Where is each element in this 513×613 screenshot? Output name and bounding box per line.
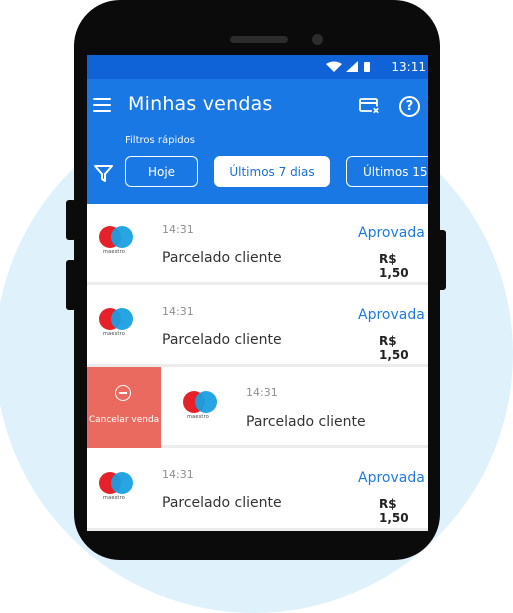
wifi-icon: [326, 61, 342, 72]
app-screen: 13:11 Minhas vendas ? Filtros rápidos Ho…: [87, 55, 428, 531]
chip-last-15[interactable]: Últimos 15: [346, 156, 428, 187]
sale-amount: R$ 1,50: [379, 252, 409, 280]
status-icons: [326, 61, 370, 72]
chip-today[interactable]: Hoje: [125, 156, 198, 187]
sale-time: 14:31: [162, 305, 194, 318]
phone-speaker: [230, 36, 288, 43]
phone-side-button: [66, 200, 76, 240]
sale-row[interactable]: maestro 14:31 Parcelado cliente Aprovada…: [87, 286, 428, 367]
sale-time: 14:31: [162, 468, 194, 481]
sale-description: Parcelado cliente: [162, 332, 282, 348]
chip-label: Últimos 15: [363, 165, 428, 179]
sale-row[interactable]: maestro 14:31 Parcelado cliente Aprovada…: [87, 450, 428, 531]
status-time: 13:11: [391, 60, 426, 74]
battery-icon: [364, 62, 370, 72]
sale-status: Aprovada: [358, 225, 425, 241]
sale-row-swiped[interactable]: maestro 14:31 Parcelado cliente: [161, 367, 428, 448]
chip-last-7-days[interactable]: Últimos 7 dias: [214, 156, 330, 187]
menu-icon[interactable]: [93, 98, 111, 112]
cancel-sale-button[interactable]: Cancelar venda: [87, 367, 161, 448]
sale-row[interactable]: maestro 14:31 Parcelado cliente Aprovada…: [87, 204, 428, 285]
sale-status: Aprovada: [358, 470, 425, 486]
maestro-logo-icon: maestro: [99, 226, 139, 256]
brand-label: maestro: [187, 414, 209, 420]
brand-label: maestro: [103, 331, 125, 337]
maestro-logo-icon: maestro: [99, 472, 139, 502]
phone-side-button: [436, 230, 446, 290]
maestro-logo-icon: maestro: [183, 391, 223, 421]
chip-label: Hoje: [147, 165, 176, 179]
sale-time: 14:31: [162, 223, 194, 236]
phone-camera: [312, 34, 323, 45]
quick-filters-label: Filtros rápidos: [125, 135, 195, 146]
status-bar: 13:11: [87, 55, 428, 79]
brand-label: maestro: [103, 249, 125, 255]
signal-icon: [346, 61, 358, 72]
minus-circle-icon: [115, 385, 131, 401]
phone-side-button: [66, 260, 76, 310]
maestro-logo-icon: maestro: [99, 308, 139, 338]
sale-amount: R$ 1,50: [379, 497, 409, 525]
sale-description: Parcelado cliente: [162, 250, 282, 266]
sale-time: 14:31: [246, 386, 278, 399]
cancel-sale-label: Cancelar venda: [88, 415, 160, 425]
filter-icon[interactable]: [93, 163, 114, 184]
card-cancel-icon[interactable]: [359, 97, 381, 115]
help-icon[interactable]: ?: [399, 96, 420, 117]
sale-description: Parcelado cliente: [162, 495, 282, 511]
sale-description: Parcelado cliente: [246, 414, 366, 430]
brand-label: maestro: [103, 495, 125, 501]
chip-label: Últimos 7 dias: [229, 165, 315, 179]
page-title: Minhas vendas: [128, 93, 273, 115]
sale-amount: R$ 1,50: [379, 334, 409, 362]
sale-status: Aprovada: [358, 307, 425, 323]
